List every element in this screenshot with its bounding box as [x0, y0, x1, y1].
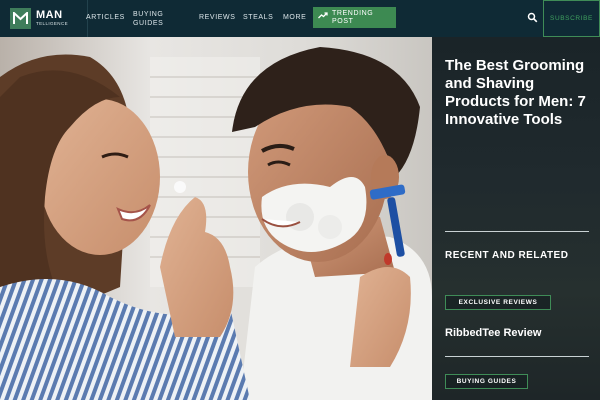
- related-article-title[interactable]: RibbedTee Review: [445, 327, 541, 339]
- nav-steals[interactable]: STEALS: [243, 14, 273, 21]
- subscribe-button[interactable]: SUBSCRIBE: [543, 0, 600, 37]
- nav-articles[interactable]: ARTICLES: [86, 14, 125, 21]
- trending-post-button[interactable]: TRENDING POST: [313, 7, 396, 28]
- hero-photo: [0, 37, 432, 400]
- nav-more[interactable]: MORE: [283, 14, 306, 21]
- sidebar-divider: [445, 356, 589, 357]
- site-logo[interactable]: MAN TELLIGENCE: [10, 0, 80, 37]
- article-headline[interactable]: The Best Grooming and Shaving Products f…: [445, 57, 595, 129]
- tag-exclusive-reviews[interactable]: EXCLUSIVE REVIEWS: [445, 295, 551, 310]
- top-navbar: MAN TELLIGENCE ARTICLES BUYING GUIDES RE…: [0, 0, 600, 37]
- logo-m-icon: [10, 8, 31, 29]
- nav-buying-guides[interactable]: BUYING GUIDES: [133, 10, 163, 28]
- trending-up-icon: [318, 12, 328, 19]
- search-icon[interactable]: [527, 12, 538, 23]
- hero-image: [0, 37, 432, 400]
- sidebar-divider: [445, 231, 589, 232]
- nav-reviews[interactable]: REVIEWS: [199, 14, 235, 21]
- trending-line2: POST: [332, 18, 354, 25]
- trending-line1: TRENDING: [332, 10, 374, 17]
- logo-tagline: TELLIGENCE: [36, 21, 69, 27]
- tag-buying-guides[interactable]: BUYING GUIDES: [445, 374, 528, 389]
- logo-wordmark: MAN: [36, 9, 63, 22]
- nav-buying-guides-line2: GUIDES: [133, 20, 164, 27]
- recent-related-heading: RECENT AND RELATED: [445, 250, 569, 261]
- sidebar-panel: The Best Grooming and Shaving Products f…: [432, 37, 600, 400]
- nav-buying-guides-line1: BUYING: [133, 11, 164, 18]
